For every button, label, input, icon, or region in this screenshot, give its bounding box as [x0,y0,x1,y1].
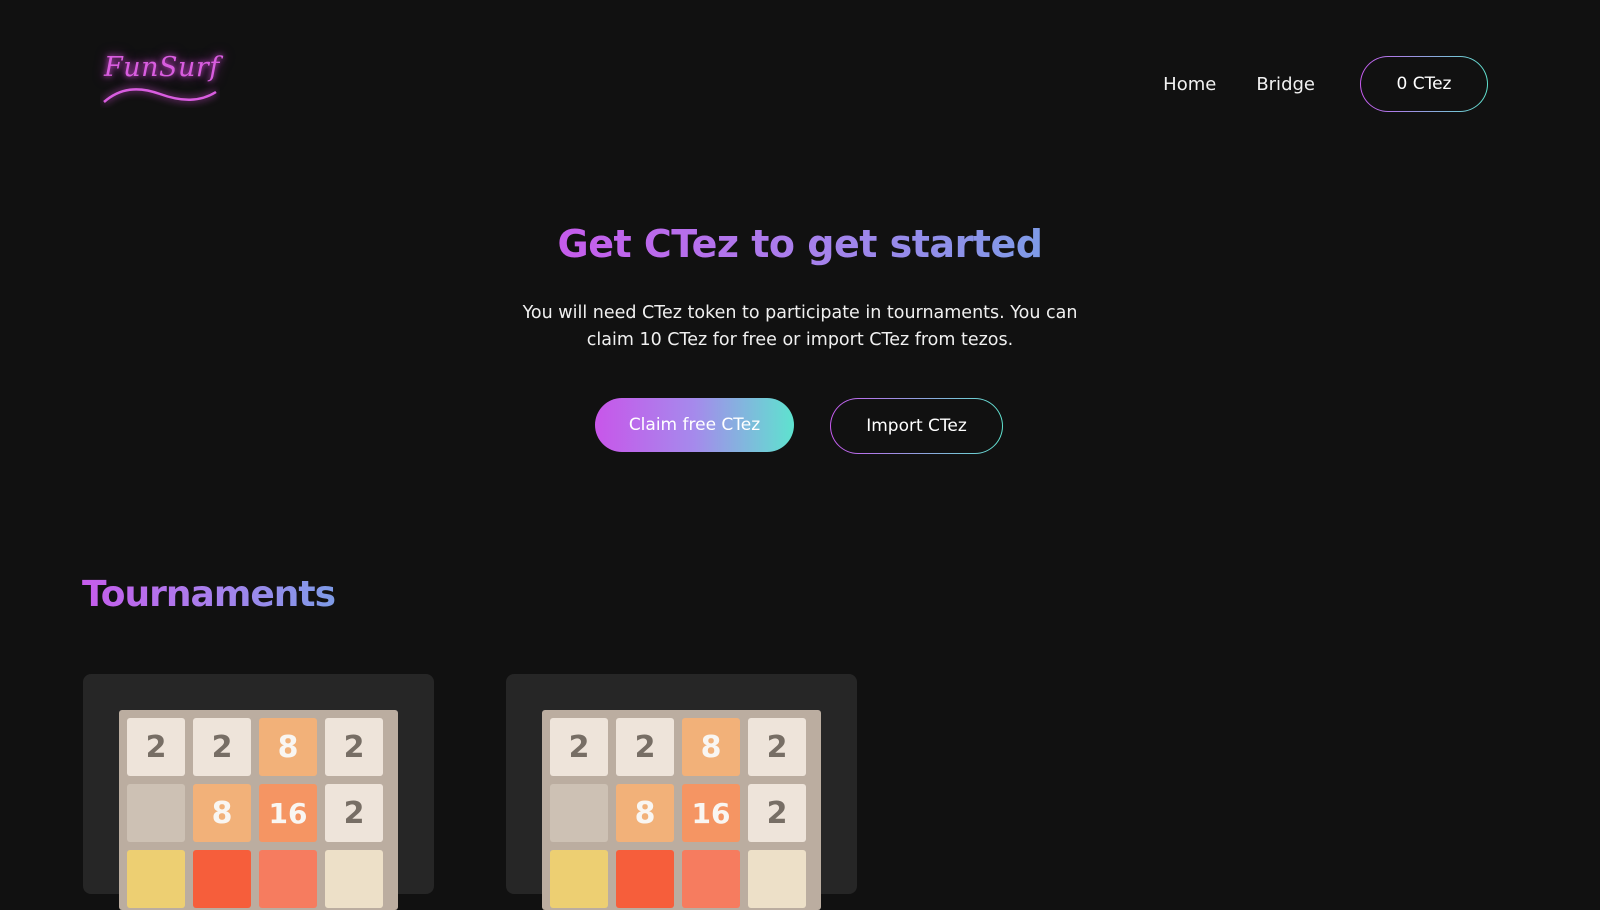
logo-swoosh-icon [103,88,217,103]
top-nav: Home Bridge 0 CTez [1163,56,1488,112]
hero-subtitle: You will need CTez token to participate … [522,303,1078,350]
board-tile: 2 [550,718,608,776]
board-tile [325,850,383,908]
brand-logo[interactable]: FunSurf [100,50,220,108]
tournaments-title: Tournaments [82,574,336,615]
hero-title: Get CTez to get started [0,222,1600,266]
board-tile [748,850,806,908]
import-ctez-button[interactable]: Import CTez [830,398,1003,454]
board-tile [550,850,608,908]
board-tile [259,850,317,908]
board-tile [616,850,674,908]
board-tile: 8 [259,718,317,776]
board-tile: 2 [748,784,806,842]
board-tile: 2 [616,718,674,776]
board-tile [127,784,185,842]
ctez-balance-button[interactable]: 0 CTez [1360,56,1488,112]
tournament-card[interactable]: 2 2 8 2 8 16 2 [83,674,434,910]
board-tile: 2 [193,718,251,776]
tournaments-title-text: Tournaments [82,574,336,615]
nav-link-home[interactable]: Home [1163,74,1216,95]
game-board-thumbnail: 2 2 8 2 8 16 2 [542,710,821,910]
claim-free-ctez-button[interactable]: Claim free CTez [595,398,794,452]
board-tile: 2 [748,718,806,776]
board-tile: 2 [325,718,383,776]
board-tile: 2 [325,784,383,842]
board-tile: 16 [259,784,317,842]
board-tile [550,784,608,842]
board-tile [127,850,185,908]
board-tile: 2 [127,718,185,776]
tournament-card[interactable]: 2 2 8 2 8 16 2 [506,674,857,910]
hero-title-text: Get CTez to get started [557,222,1043,266]
nav-link-bridge[interactable]: Bridge [1256,74,1315,95]
game-board-thumbnail: 2 2 8 2 8 16 2 [119,710,398,910]
board-tile: 8 [193,784,251,842]
board-tile: 8 [616,784,674,842]
board-tile: 16 [682,784,740,842]
board-tile [682,850,740,908]
board-tile: 8 [682,718,740,776]
board-tile [193,850,251,908]
